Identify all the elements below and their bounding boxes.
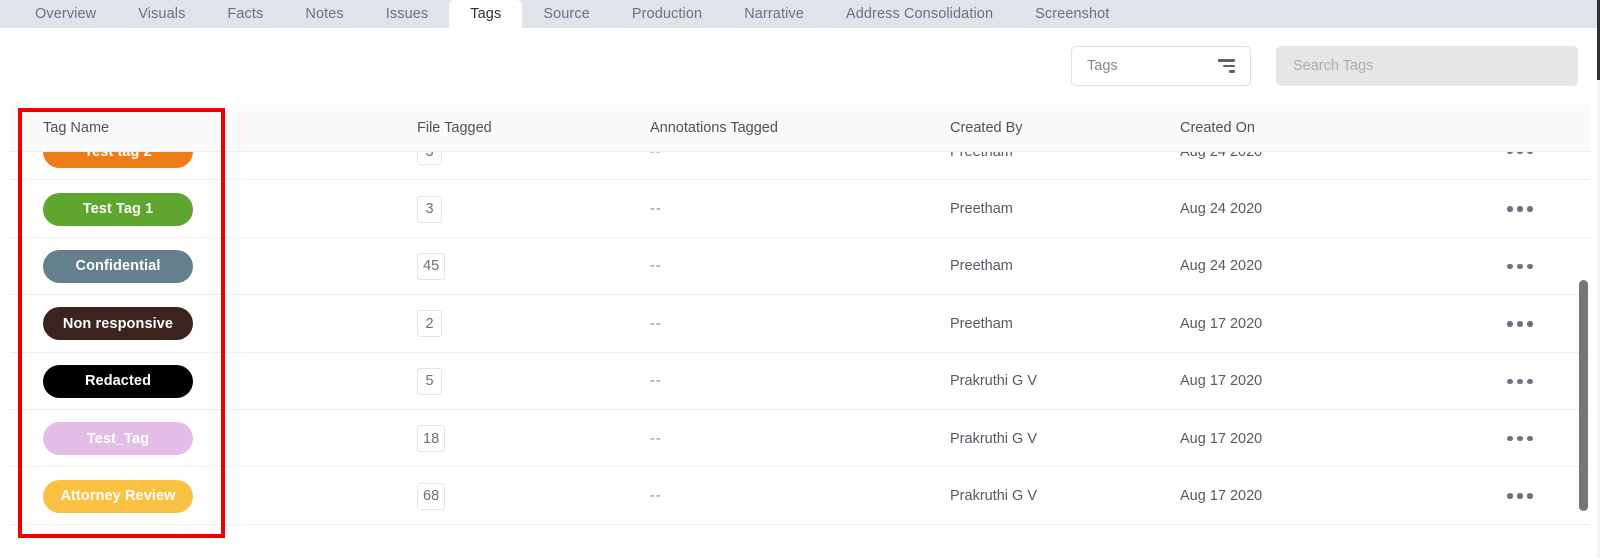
tags-filter-dropdown[interactable]: Tags	[1071, 46, 1251, 86]
table-row[interactable]: Test Tag 1 3 -- Preetham Aug 24 2020	[10, 180, 1590, 238]
tag-chip[interactable]: Test_Tag	[43, 422, 193, 456]
cell-file-tagged: 5	[417, 353, 617, 410]
cell-file-tagged: 2	[417, 295, 617, 352]
annotations-tagged-value: --	[650, 373, 662, 390]
cell-annotations-tagged: --	[650, 410, 850, 467]
tab-visuals[interactable]: Visuals	[117, 0, 206, 28]
tab-facts[interactable]: Facts	[206, 0, 284, 28]
cell-created-by: Preetham	[950, 201, 1013, 218]
column-header-tag-name[interactable]: Tag Name	[43, 105, 243, 152]
column-header-file-tagged[interactable]: File Tagged	[417, 105, 617, 152]
file-tagged-count[interactable]: 3	[417, 195, 442, 223]
cell-file-tagged: 3	[417, 180, 617, 237]
tags-filter-label: Tags	[1087, 58, 1118, 74]
file-tagged-count[interactable]: 5	[417, 367, 442, 395]
tab-narrative[interactable]: Narrative	[723, 0, 825, 28]
cell-row-actions	[1505, 410, 1565, 467]
cell-created-on: Aug 17 2020	[1180, 315, 1263, 332]
tab-address-consolidation[interactable]: Address Consolidation	[825, 0, 1014, 28]
cell-annotations-tagged: --	[650, 180, 850, 237]
table-header-row: Tag Name File Tagged Annotations Tagged Cre…	[10, 105, 1590, 152]
column-header-annotations-tagged[interactable]: Annotations Tagged	[650, 105, 850, 152]
file-tagged-count[interactable]: 18	[417, 425, 446, 453]
cell-annotations-tagged: --	[650, 353, 850, 410]
tab-source[interactable]: Source	[522, 0, 611, 28]
row-menu-icon[interactable]	[1505, 487, 1535, 505]
cell-row-actions	[1505, 180, 1565, 237]
tags-panel: Tags Tag Name File Tagged Annotations Tagg…	[10, 28, 1590, 558]
cell-created-by: Preetham	[950, 258, 1013, 275]
tab-tags[interactable]: Tags	[449, 0, 523, 28]
cell-annotations-tagged: --	[650, 467, 850, 524]
cell-file-tagged: 18	[417, 410, 617, 467]
cell-tag-name: Attorney Review	[43, 467, 243, 524]
annotations-tagged-value: --	[650, 315, 662, 332]
table-row[interactable]: Test_Tag 18 -- Prakruthi G V Aug 17 2020	[10, 410, 1590, 468]
tab-screenshot[interactable]: Screenshot	[1014, 0, 1130, 28]
cell-created-on: Aug 17 2020	[1180, 430, 1263, 447]
annotations-tagged-value: --	[650, 488, 662, 505]
annotations-tagged-value: --	[650, 201, 662, 218]
tag-chip[interactable]: Non responsive	[43, 307, 193, 341]
cell-file-tagged: 68	[417, 467, 617, 524]
cell-created-by: Prakruthi G V	[950, 373, 1038, 390]
cell-file-tagged: 45	[417, 238, 617, 295]
tags-table: Tag Name File Tagged Annotations Tagged Cre…	[10, 105, 1590, 558]
cell-row-actions	[1505, 467, 1565, 524]
tab-issues[interactable]: Issues	[365, 0, 450, 28]
table-row[interactable]: Confidential 45 -- Preetham Aug 24 2020	[10, 238, 1590, 296]
cell-row-actions	[1505, 295, 1565, 352]
row-menu-icon[interactable]	[1505, 430, 1535, 448]
file-tagged-count[interactable]: 45	[417, 252, 446, 280]
cell-created-by: Preetham	[950, 315, 1013, 332]
tab-notes[interactable]: Notes	[284, 0, 364, 28]
row-menu-icon[interactable]	[1505, 373, 1535, 391]
column-header-created-on[interactable]: Created On	[1180, 105, 1400, 152]
list-scrollbar-thumb[interactable]	[1579, 280, 1588, 511]
cell-created-on: Aug 24 2020	[1180, 201, 1263, 218]
cell-tag-name: Non responsive	[43, 295, 243, 352]
tag-chip[interactable]: Redacted	[43, 364, 193, 398]
cell-annotations-tagged: --	[650, 295, 850, 352]
column-header-created-by[interactable]: Created By	[950, 105, 1170, 152]
tab-production[interactable]: Production	[611, 0, 723, 28]
cell-row-actions	[1505, 238, 1565, 295]
file-tagged-count[interactable]: 2	[417, 310, 442, 338]
cell-annotations-tagged: --	[650, 238, 850, 295]
cell-tag-name: Redacted	[43, 353, 243, 410]
tag-chip[interactable]: Confidential	[43, 249, 193, 283]
cell-tag-name: Test_Tag	[43, 410, 243, 467]
filter-icon	[1218, 59, 1235, 73]
cell-created-on: Aug 17 2020	[1180, 488, 1263, 505]
annotations-tagged-value: --	[650, 258, 662, 275]
cell-row-actions	[1505, 353, 1565, 410]
row-menu-icon[interactable]	[1505, 200, 1535, 218]
table-row[interactable]: Redacted 5 -- Prakruthi G V Aug 17 2020	[10, 353, 1590, 410]
table-body: Test tag 23--PreethamAug 24 2020Test Tag…	[10, 123, 1590, 525]
tags-toolbar: Tags	[10, 28, 1590, 105]
search-tags-input[interactable]	[1276, 46, 1578, 86]
annotations-tagged-value: --	[650, 430, 662, 447]
file-tagged-count[interactable]: 68	[417, 482, 446, 510]
cell-created-on: Aug 17 2020	[1180, 373, 1263, 390]
row-menu-icon[interactable]	[1505, 315, 1535, 333]
cell-created-by: Prakruthi G V	[950, 488, 1038, 505]
table-row[interactable]: Non responsive 2 -- Preetham Aug 17 2020	[10, 295, 1590, 353]
row-menu-icon[interactable]	[1505, 258, 1535, 276]
tag-chip[interactable]: Attorney Review	[43, 479, 193, 513]
table-row[interactable]: Attorney Review 68 -- Prakruthi G V Aug 17 2…	[10, 467, 1590, 525]
cell-created-on: Aug 24 2020	[1180, 258, 1263, 275]
cell-created-by: Prakruthi G V	[950, 430, 1038, 447]
tag-chip[interactable]: Test Tag 1	[43, 192, 193, 226]
tab-overview[interactable]: Overview	[14, 0, 117, 28]
cell-tag-name: Confidential	[43, 238, 243, 295]
tab-bar: Overview Visuals Facts Notes Issues Tags Sourc…	[0, 0, 1597, 28]
cell-tag-name: Test Tag 1	[43, 180, 243, 237]
